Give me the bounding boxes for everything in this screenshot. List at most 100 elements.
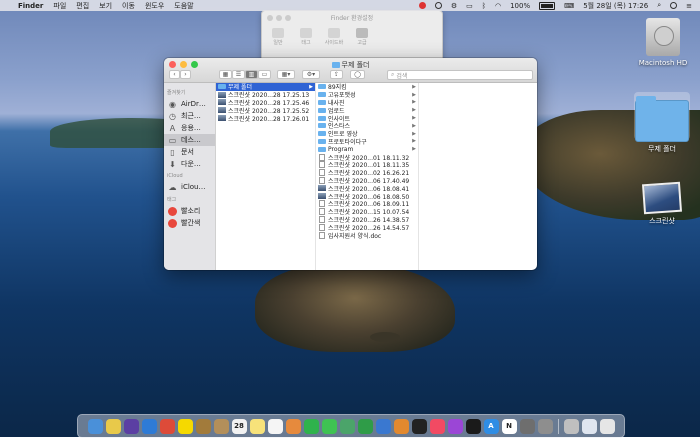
pages-dock-icon[interactable] [393,418,409,434]
sidebar-tab-icon [328,28,340,38]
finder-dock-icon[interactable] [87,418,103,434]
gear-status-icon[interactable]: ⚙ [451,2,457,10]
wifi-icon[interactable]: ◠ [495,2,501,10]
title-folder-icon [331,62,340,68]
list-view-button[interactable]: ☰ [232,70,245,79]
sidebar-item-recents[interactable]: ◷ 최근… [164,110,215,122]
siri-dock-icon[interactable] [123,418,139,434]
desktop-item-untitled-folder[interactable]: 무제 폴더 [632,96,692,154]
maps-dock-icon[interactable] [339,418,355,434]
photos-dock-icon[interactable] [285,418,301,434]
hd-label: Macintosh HD [638,59,688,67]
back-button[interactable]: ‹ [169,70,180,79]
menu-go[interactable]: 이동 [122,1,135,11]
menu-window[interactable]: 윈도우 [145,1,164,11]
finder-sidebar: 즐겨찾기 ◉ AirDr… ◷ 최근… Ａ 응용… ▭ 데스… ▯ 문서 ⬇ 다운… iCl… [164,83,216,270]
tags-button[interactable]: ◯ [350,70,365,79]
stickies-dock-icon[interactable] [105,418,121,434]
list-item[interactable]: 스크린샷 2020...28 17.26.01 [216,114,315,123]
screenshot-dock-icon[interactable] [563,418,579,434]
keynote-dock-icon[interactable] [375,418,391,434]
display-status-icon[interactable]: ▭ [466,2,473,10]
clock[interactable]: 5월 28일 (목) 17:26 [583,1,648,11]
folder-icon [318,138,326,144]
user-icon[interactable] [670,2,678,9]
airdrop-icon: ◉ [169,99,176,109]
calendar-dock-icon[interactable]: 28 [231,418,247,434]
tv-dock-icon[interactable] [465,418,481,434]
menu-app-name[interactable]: Finder [18,2,43,10]
search-field[interactable]: ⌕ 검색 [387,70,533,80]
column-view-button[interactable]: ▥ [245,70,258,79]
menu-file[interactable]: 파일 [53,1,66,11]
prefs-tab-general[interactable]: 일반 [268,28,288,46]
search-placeholder: 검색 [396,72,408,80]
sidebar-item-airdrop[interactable]: ◉ AirDr… [164,98,215,110]
settings-dock-icon[interactable] [537,418,553,434]
status-circle-icon[interactable] [434,2,442,9]
file-icon [319,223,325,231]
battery-icon[interactable] [539,1,556,10]
sidebar-tag-1[interactable]: 빨소리 [164,205,215,217]
kakaotalk-dock-icon[interactable] [177,418,193,434]
prefs-minimize-button[interactable] [276,15,282,21]
trash-dock-icon[interactable] [599,418,615,434]
list-item[interactable]: 입사지원서 양식.doc [316,231,418,240]
icon-view-button[interactable]: ▦ [219,70,232,79]
control-center-icon[interactable]: ≡ [686,2,692,10]
prefs-tab-advanced[interactable]: 고급 [352,28,372,46]
menu-edit[interactable]: 편집 [76,1,89,11]
movie-dock-icon[interactable] [411,418,427,434]
messages-dock-icon[interactable] [321,418,337,434]
list-item[interactable]: 프로토타이다구 ▶ [316,138,418,146]
file-icon [319,200,325,208]
chevron-right-icon: ▶ [412,122,416,129]
numbers-dock-icon[interactable] [357,418,373,434]
sidebar-item-icloud-drive[interactable]: ☁ iClou… [164,181,215,193]
launchpad-dock-icon[interactable] [519,418,535,434]
chrome-dock-icon[interactable] [159,418,175,434]
battery-percent[interactable]: 100% [510,2,530,10]
share-button[interactable]: ⇪ [330,70,343,79]
safari-dock-icon[interactable] [141,418,157,434]
status-app-icon[interactable] [418,2,426,9]
reminders-dock-icon[interactable] [267,418,283,434]
folder-icon [318,131,326,137]
prefs-zoom-button[interactable] [285,15,291,21]
notion-dock-icon[interactable]: N [501,418,517,434]
menu-view[interactable]: 보기 [99,1,112,11]
desktop-item-screenshot[interactable]: 스크린샷 [632,181,692,226]
input-source-icon[interactable]: ⌨ [564,2,574,10]
red-tag-icon [168,206,177,216]
file-icon [319,176,325,184]
podcasts-dock-icon[interactable] [447,418,463,434]
chevron-right-icon: ▶ [412,130,416,137]
cloud-icon: ☁ [168,182,177,192]
sidebar-item-desktop[interactable]: ▭ 데스… [164,134,215,146]
facetime-dock-icon[interactable] [303,418,319,434]
group-button[interactable]: ▦▾ [277,70,295,79]
gallery-view-button[interactable]: ▭ [258,70,271,79]
bluetooth-icon[interactable]: ᛒ [482,2,486,10]
sidebar-item-downloads[interactable]: ⬇ 다운… [164,158,215,170]
notes-brown-dock-icon[interactable] [195,418,211,434]
menu-help[interactable]: 도움말 [174,1,193,11]
sidebar-item-documents[interactable]: ▯ 문서 [164,146,215,158]
chevron-right-icon: ▶ [412,138,416,145]
music-dock-icon[interactable] [429,418,445,434]
contacts-dock-icon[interactable] [213,418,229,434]
sidebar-tag-2[interactable]: 빨간색 [164,217,215,229]
notes-dock-icon[interactable] [249,418,265,434]
appstore-dock-icon[interactable]: A [483,418,499,434]
prefs-close-button[interactable] [267,15,273,21]
action-gear-button[interactable]: ⚙▾ [302,70,320,79]
sidebar-item-applications[interactable]: Ａ 응용… [164,122,215,134]
prefs-tab-tags[interactable]: 태그 [296,28,316,46]
folder-icon [318,123,326,129]
forward-button[interactable]: › [180,70,191,79]
downloads-dock-icon[interactable] [581,418,597,434]
spotlight-icon[interactable]: ⌕ [657,1,661,10]
desktop-item-macintosh-hd[interactable]: Macintosh HD [628,18,698,67]
prefs-tab-sidebar[interactable]: 사이드바 [324,28,344,46]
folder-icon [318,84,326,90]
